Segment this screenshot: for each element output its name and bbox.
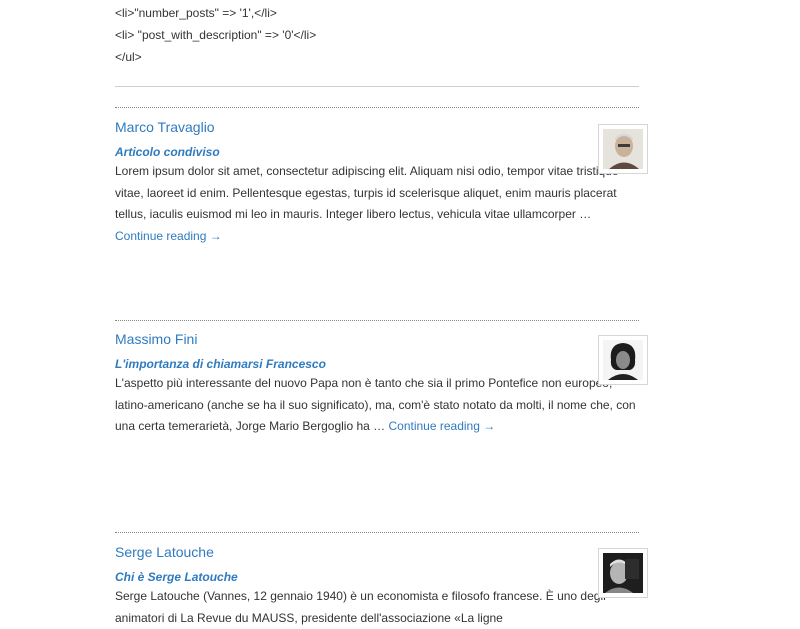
post-title-link[interactable]: Articolo condiviso — [115, 144, 585, 160]
portrait-image — [603, 553, 643, 593]
continue-reading-link[interactable]: Continue reading → — [115, 229, 222, 243]
author-name-link[interactable]: Massimo Fini — [115, 330, 585, 348]
post-excerpt: L'aspetto più interessante del nuovo Pap… — [115, 373, 639, 438]
author-entry-latouche: Serge Latouche Chi è Serge Latouche Serg… — [115, 543, 606, 629]
post-title-link[interactable]: L'importanza di chiamarsi Francesco — [115, 356, 585, 372]
continue-reading-link[interactable]: Continue reading → — [388, 419, 495, 433]
excerpt-text: Serge Latouche (Vannes, 12 gennaio 1940)… — [115, 589, 606, 625]
post-title-link[interactable]: Chi è Serge Latouche — [115, 569, 585, 585]
author-avatar[interactable] — [598, 335, 648, 385]
author-name-link[interactable]: Marco Travaglio — [115, 118, 585, 136]
section-divider — [115, 86, 639, 87]
excerpt-text: Lorem ipsum dolor sit amet, consectetur … — [115, 164, 619, 221]
portrait-image — [603, 340, 643, 380]
author-avatar[interactable] — [598, 124, 648, 174]
post-excerpt: Lorem ipsum dolor sit amet, consectetur … — [115, 161, 639, 247]
entry-divider — [115, 320, 639, 321]
entry-divider — [115, 107, 639, 108]
excerpt-text: L'aspetto più interessante del nuovo Pap… — [115, 376, 636, 433]
code-line: <li> "post_with_description" => '0'</li> — [115, 28, 317, 42]
author-entry-travaglio: Marco Travaglio Articolo condiviso Lorem… — [115, 118, 619, 247]
portrait-image — [603, 129, 643, 169]
entry-divider — [115, 532, 639, 533]
author-name-link[interactable]: Serge Latouche — [115, 543, 585, 561]
code-line: <li>"number_posts" => '1',</li> — [115, 6, 277, 20]
code-line: </ul> — [115, 50, 142, 64]
author-avatar[interactable] — [598, 548, 648, 598]
post-excerpt: Serge Latouche (Vannes, 12 gennaio 1940)… — [115, 586, 639, 629]
author-entry-fini: Massimo Fini L'importanza di chiamarsi F… — [115, 330, 636, 438]
code-snippet: <li>"number_posts" => '1',</li> <li> "po… — [115, 2, 316, 68]
